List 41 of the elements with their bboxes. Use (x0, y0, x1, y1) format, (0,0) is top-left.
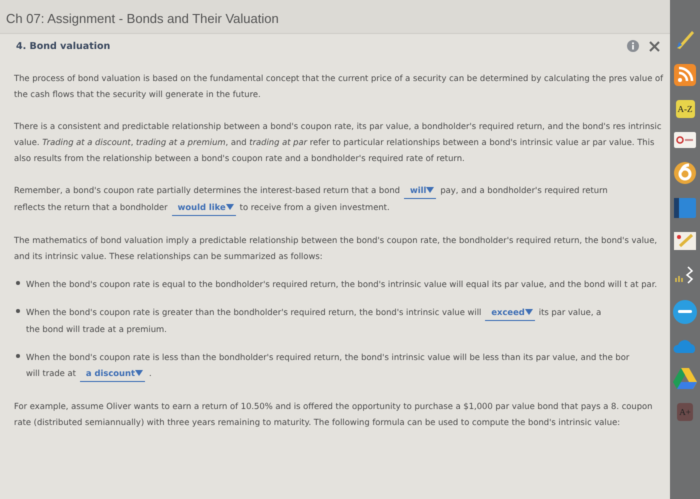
bullet-icon (16, 309, 20, 313)
bubble-icon[interactable] (673, 300, 697, 324)
paragraph-text: There is a consistent and predictable relationship between a bond's coupon rate, its par value, a bondholder's required return, and the bond's res intrinsic value. Trading at a discount, trading at a premium, and trading at par refer to particular relationships between a bond's intrinsic value ar par value. This also results from the relationship between a bond's coupon rate and a bondholder's required rate of return. (14, 121, 662, 163)
paragraph-text: to receive from a given investment. (240, 201, 390, 214)
paragraph-text: When the bond's coupon rate is greater than the bondholder's required return, the bond's intrinsic value will (26, 306, 482, 319)
note-icon[interactable] (674, 232, 696, 250)
bullet-icon (16, 354, 20, 358)
answer-dropdown[interactable]: a discount (80, 365, 145, 382)
wave-icon[interactable] (674, 264, 696, 286)
answer-dropdown[interactable]: exceed (485, 304, 535, 321)
close-icon[interactable] (649, 40, 660, 52)
paragraph-text: The process of bond valuation is based on the fundamental concept that the current price of a security can be determined by calculating the pres value of the cash flows that the security will generate in the future. (14, 73, 664, 99)
answer-dropdown[interactable]: would like (172, 199, 236, 216)
ring-icon[interactable] (674, 162, 696, 184)
caret-icon (426, 187, 434, 193)
paragraph-text: its par value, a (538, 306, 602, 319)
paragraph-text: will trade at (26, 367, 76, 380)
pen-icon[interactable] (674, 28, 696, 50)
paragraph-text: When the bond's coupon rate is equal to the bondholder's required return, the bond's intrinsic value will equal its par value, and the bond will t at par. (26, 279, 658, 289)
app-icon[interactable]: A-Z (676, 100, 694, 118)
caret-icon (524, 309, 533, 315)
paragraph-text: The mathematics of bond valuation imply a predictable relationship between the bond's coupon rate, the bondholder's required return, the bond's value, and its intrinsic value. These relationships can be summarized as follows: (14, 235, 658, 261)
answer-dropdown[interactable]: will (404, 182, 436, 199)
app-icon[interactable]: A+ (677, 403, 693, 421)
triangle-icon[interactable] (673, 368, 697, 389)
rss-icon[interactable] (674, 64, 696, 86)
question-title: 4. Bond valuation (16, 40, 110, 52)
info-icon[interactable] (627, 40, 639, 52)
caret-icon (134, 370, 143, 376)
paragraph-text: For example, assume Oliver wants to earn a return of 10.50% and is offered the opportunity to purchase a $1,000 par value bond that pays a 8. coupon rate (distributed semiannually) with three years remaining to maturity. The following formula can be used to compute the bond's intrinsic value: (14, 401, 652, 427)
caret-icon (226, 204, 234, 210)
window-title: Ch 07: Assignment - Bonds and Their Valuation (6, 11, 279, 26)
paragraph-text: reflects the return that a bondholder (14, 201, 168, 214)
paragraph-text: Remember, a bond's coupon rate partially determines the interest-based return that a bond (14, 184, 400, 197)
paragraph-text: pay, and a bondholder's required return (440, 184, 608, 197)
paragraph-text: the bond will trade at a premium. (26, 323, 167, 336)
paragraph-text: . (148, 367, 152, 380)
card-icon[interactable] (674, 132, 696, 148)
book-icon[interactable] (674, 198, 696, 218)
paragraph-text: When the bond's coupon rate is less than the bondholder's required return, the bond's intrinsic value will be less than its par value, and the bor (26, 351, 630, 364)
bullet-icon (16, 281, 20, 285)
